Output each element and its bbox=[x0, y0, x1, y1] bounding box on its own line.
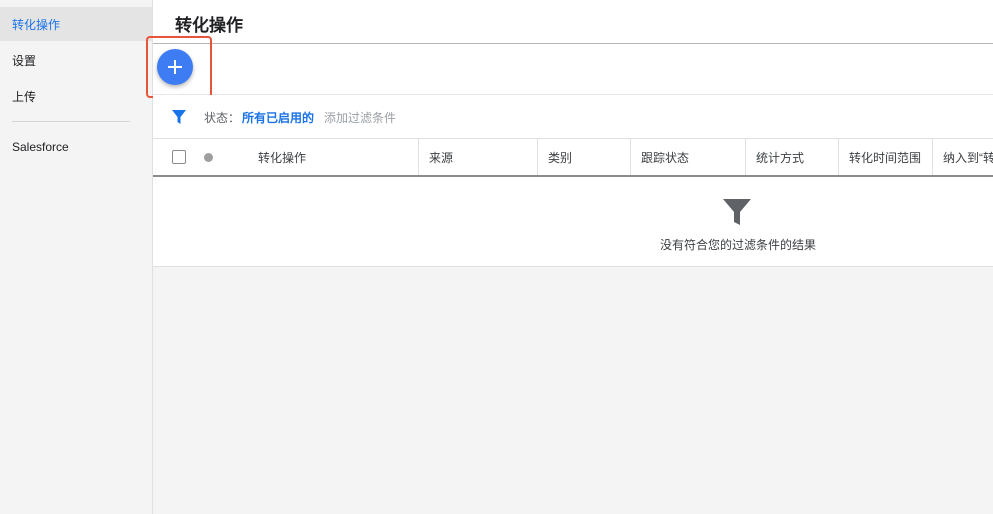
table-header: 转化操作 来源 类别 跟踪状态 统计方式 转化时间范围 纳入到“转 bbox=[153, 139, 993, 177]
page-header: 转化操作 bbox=[153, 0, 993, 44]
column-header-conversion-action[interactable]: 转化操作 bbox=[248, 139, 418, 175]
column-header-source[interactable]: 来源 bbox=[418, 139, 537, 175]
add-conversion-button[interactable] bbox=[157, 49, 193, 85]
column-header-include-in-conversions[interactable]: 纳入到“转 bbox=[932, 139, 993, 175]
column-header-count[interactable]: 统计方式 bbox=[745, 139, 838, 175]
column-label: 统计方式 bbox=[756, 150, 805, 165]
column-label: 来源 bbox=[429, 150, 454, 165]
column-label: 转化操作 bbox=[258, 150, 307, 165]
sidebar-item-label: 转化操作 bbox=[12, 17, 61, 32]
column-label: 跟踪状态 bbox=[641, 150, 690, 165]
sidebar-item-label: 设置 bbox=[12, 53, 37, 68]
column-header-category[interactable]: 类别 bbox=[537, 139, 630, 175]
sidebar-item-conversions[interactable]: 转化操作 bbox=[0, 7, 152, 41]
page-title: 转化操作 bbox=[175, 16, 243, 35]
empty-state: 没有符合您的过滤条件的结果 bbox=[153, 177, 993, 267]
select-all-checkbox[interactable] bbox=[172, 150, 186, 164]
filter-icon bbox=[723, 199, 751, 225]
filter-icon[interactable] bbox=[171, 109, 187, 125]
add-filter-link[interactable]: 添加过滤条件 bbox=[324, 109, 396, 126]
sidebar: 转化操作 设置 上传 Salesforce bbox=[0, 0, 153, 514]
filter-bar: 状态： 所有已启用的 添加过滤条件 bbox=[153, 95, 993, 139]
main-content: 转化操作 状态： 所有已启用的 添加过滤条件 转化操作 来源 类别 跟踪状态 统… bbox=[146, 0, 993, 514]
status-dot-icon bbox=[204, 153, 213, 162]
column-label: 转化时间范围 bbox=[849, 150, 922, 165]
sidebar-item-uploads[interactable]: 上传 bbox=[0, 79, 152, 113]
column-label: 类别 bbox=[548, 150, 573, 165]
sidebar-item-label: 上传 bbox=[12, 89, 37, 104]
sidebar-item-settings[interactable]: 设置 bbox=[0, 43, 152, 77]
column-header-conversion-window[interactable]: 转化时间范围 bbox=[838, 139, 932, 175]
column-header-tracking-status[interactable]: 跟踪状态 bbox=[630, 139, 745, 175]
toolbar bbox=[146, 36, 993, 98]
plus-icon bbox=[168, 60, 182, 74]
filter-status-value[interactable]: 所有已启用的 bbox=[242, 109, 314, 126]
sidebar-item-label: Salesforce bbox=[12, 140, 69, 154]
filter-status-label: 状态： bbox=[204, 111, 241, 125]
sidebar-item-salesforce[interactable]: Salesforce bbox=[0, 130, 152, 164]
empty-message: 没有符合您的过滤条件的结果 bbox=[659, 238, 816, 252]
app-window: 转化操作 设置 上传 Salesforce 转化操作 状态： 所有已启用的 添加… bbox=[0, 0, 993, 514]
column-label: 纳入到“转 bbox=[943, 150, 993, 165]
sidebar-divider bbox=[12, 121, 130, 122]
